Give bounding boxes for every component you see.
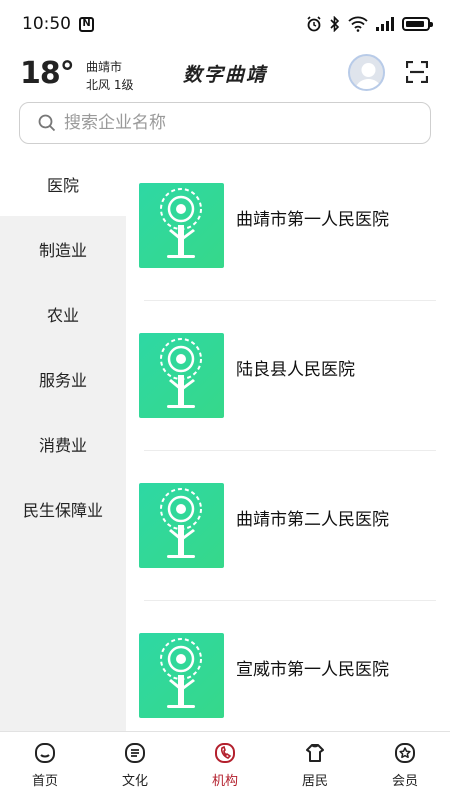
tab-label: 首页 bbox=[31, 774, 58, 789]
institution-name: 陆良县人民医院 bbox=[236, 360, 355, 380]
scan-icon[interactable] bbox=[406, 61, 428, 83]
culture-icon bbox=[125, 743, 145, 763]
nfc-icon: N bbox=[79, 16, 94, 32]
category-label: 消费业 bbox=[38, 435, 87, 455]
category-consumer[interactable]: 消费业 bbox=[0, 411, 126, 476]
institution-name: 宣威市第一人民医院 bbox=[236, 660, 389, 680]
bluetooth-icon bbox=[330, 16, 340, 32]
tab-label: 居民 bbox=[301, 774, 328, 789]
wind-info: 北风 1级 bbox=[86, 78, 134, 92]
money-tree-icon bbox=[139, 633, 224, 718]
bottom-tab-bar: 首页 文化 机构 居民 会员 bbox=[0, 731, 450, 800]
search-bar[interactable] bbox=[19, 102, 431, 144]
app-title: 数字曲靖 bbox=[182, 64, 267, 86]
tab-label: 会员 bbox=[391, 774, 418, 789]
tab-institution[interactable]: 机构 bbox=[180, 732, 270, 800]
category-manufacturing[interactable]: 制造业 bbox=[0, 216, 126, 281]
status-bar: 10:50 N bbox=[0, 0, 450, 48]
member-icon bbox=[395, 743, 415, 763]
category-label: 制造业 bbox=[38, 240, 87, 260]
list-item[interactable]: 宣威市第一人民医院 bbox=[126, 601, 450, 731]
institution-name: 曲靖市第二人民医院 bbox=[236, 510, 389, 530]
header: 18° 曲靖市 北风 1级 数字曲靖 bbox=[0, 48, 450, 98]
wifi-icon bbox=[348, 16, 368, 32]
money-tree-icon bbox=[139, 483, 224, 568]
money-tree-icon bbox=[139, 183, 224, 268]
list-item[interactable]: 曲靖市第一人民医院 bbox=[126, 151, 450, 301]
institution-list: 曲靖市第一人民医院 陆良县人民医院 曲靖市第二人民医院 宣威市第一人民医院 bbox=[126, 151, 450, 731]
tab-culture[interactable]: 文化 bbox=[90, 732, 180, 800]
institution-icon bbox=[215, 743, 235, 763]
category-livelihood[interactable]: 民生保障业 bbox=[0, 476, 126, 541]
list-item[interactable]: 陆良县人民医院 bbox=[126, 301, 450, 451]
tab-label: 机构 bbox=[211, 774, 238, 789]
category-label: 服务业 bbox=[38, 370, 87, 390]
category-sidebar: 医院 制造业 农业 服务业 消费业 民生保障业 bbox=[0, 151, 126, 731]
avatar-icon[interactable] bbox=[348, 54, 385, 91]
category-label: 医院 bbox=[46, 175, 79, 195]
search-icon bbox=[38, 114, 56, 132]
battery-icon bbox=[402, 17, 433, 31]
money-tree-icon bbox=[139, 333, 224, 418]
category-agriculture[interactable]: 农业 bbox=[0, 281, 126, 346]
tab-label: 文化 bbox=[121, 774, 148, 789]
category-label: 农业 bbox=[46, 305, 79, 325]
resident-icon bbox=[306, 744, 324, 762]
home-icon bbox=[35, 743, 55, 763]
signal-icon bbox=[376, 17, 394, 31]
tab-member[interactable]: 会员 bbox=[360, 732, 450, 800]
tab-resident[interactable]: 居民 bbox=[270, 732, 360, 800]
tab-home[interactable]: 首页 bbox=[0, 732, 90, 800]
category-label: 民生保障业 bbox=[22, 500, 103, 520]
temperature: 18° bbox=[20, 56, 75, 91]
category-hospital[interactable]: 医院 bbox=[0, 151, 126, 216]
list-item[interactable]: 曲靖市第二人民医院 bbox=[126, 451, 450, 601]
category-service[interactable]: 服务业 bbox=[0, 346, 126, 411]
institution-name: 曲靖市第一人民医院 bbox=[236, 210, 389, 230]
city-name: 曲靖市 bbox=[86, 60, 123, 74]
alarm-icon bbox=[307, 16, 321, 32]
search-input[interactable] bbox=[64, 113, 394, 133]
status-time: 10:50 bbox=[22, 14, 71, 34]
